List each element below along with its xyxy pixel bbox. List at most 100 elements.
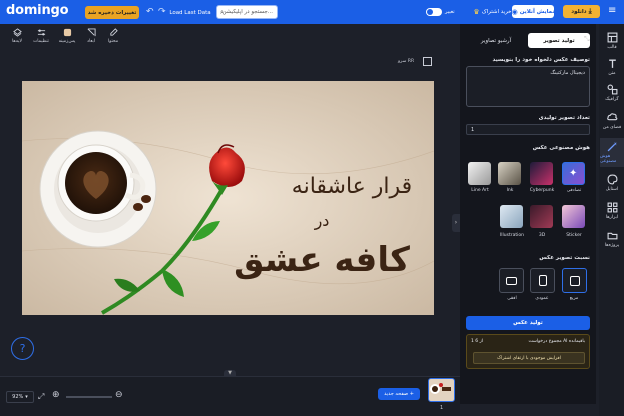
style-3d[interactable] [530, 205, 553, 228]
undo-icon[interactable]: ↶ [146, 7, 154, 17]
sidebar-item-text-label: متن [608, 71, 616, 76]
crown-icon: ♛ [473, 7, 480, 16]
headline-2: در [314, 211, 330, 231]
palette-icon [607, 174, 617, 185]
generate-label: تولید عکس [513, 320, 543, 326]
cloud-icon [606, 113, 617, 121]
style-illustration-label: Illustration [499, 233, 525, 238]
zoom-out-icon[interactable]: ⊖ [115, 390, 123, 400]
online-show-button[interactable]: ◉ نمایش آنلاین [512, 5, 554, 18]
ratio-vertical[interactable] [530, 268, 555, 293]
frame-icon[interactable] [423, 57, 432, 66]
count-value: 1 [471, 126, 475, 133]
tab-archive[interactable]: آرشیو تصاویر [466, 33, 526, 48]
credits-box: مجموع درخواست AI باقیمانده 1 از 6 افزایش… [466, 334, 590, 369]
vertical-ratio-icon [538, 275, 547, 286]
sidebar-item-ai[interactable]: هوش مصنوعی [600, 138, 624, 167]
page-number: 1 [440, 405, 444, 411]
magic-wand-icon [607, 142, 617, 152]
download-label: دانلود [571, 8, 587, 15]
toggle-label: تغییر [445, 9, 455, 15]
sidebar-item-projects[interactable]: پروژه‌ها [600, 230, 624, 248]
theme-toggle[interactable] [426, 8, 442, 16]
sidebar-item-graphics-label: گرافیک [605, 97, 619, 102]
style-cyberpunk-label: Cyberpunk [529, 188, 555, 193]
page-thumbnail[interactable] [428, 378, 455, 402]
credits-value: 1 از 6 [471, 339, 484, 344]
sidebar-item-tools[interactable]: ابزارها [600, 202, 624, 220]
tab-generate[interactable]: تولید تصویر [528, 33, 590, 48]
fit-screen-icon[interactable]: ⤢ [38, 392, 44, 402]
square-ratio-icon [569, 275, 580, 286]
edit-icon [109, 28, 118, 36]
resize-icon [87, 28, 96, 37]
right-sidebar: قالب متن گرافیک فضای من هوش مصنوعی استای… [599, 24, 624, 416]
style-cyberpunk[interactable] [530, 162, 553, 185]
redo-icon[interactable]: ↷ [158, 7, 166, 17]
tool-layers[interactable]: لایه‌ها [6, 28, 28, 48]
sidebar-item-text[interactable]: متن [600, 58, 624, 76]
panel-collapse-handle[interactable]: › [452, 214, 460, 232]
new-page-button[interactable]: صفحه جدید + [378, 388, 420, 400]
tool-background-label: پس‌زمینه [58, 39, 76, 44]
search-input[interactable]: جستجو در اپلیکیشن... ⌕ [216, 5, 278, 19]
tool-content[interactable]: محتوا [102, 28, 124, 48]
menu-icon[interactable]: ≡ [608, 5, 616, 16]
sidebar-item-graphics[interactable]: گرافیک [600, 84, 624, 102]
help-button[interactable]: ? [11, 337, 34, 360]
style-sticker[interactable] [562, 205, 585, 228]
style-illustration[interactable] [500, 205, 523, 228]
folder-icon [607, 232, 617, 240]
sidebar-item-my-space[interactable]: فضای من [600, 112, 624, 130]
tool-layers-label: لایه‌ها [12, 39, 22, 44]
upgrade-button[interactable]: افزایش موجودی با ارتقای اشتراک [473, 352, 585, 364]
zoom-in-icon[interactable]: ⊕ [52, 390, 60, 400]
ratio-square[interactable] [562, 268, 587, 293]
style-ink[interactable] [498, 162, 521, 185]
sliders-icon [37, 29, 45, 36]
style-line-art[interactable] [468, 162, 491, 185]
zoom-value: 92% [12, 394, 24, 400]
count-label: تعداد تصویر تولیدی [538, 115, 590, 121]
upgrade-label: افزایش موجودی با ارتقای اشتراک [497, 355, 561, 361]
zoom-slider[interactable] [66, 396, 112, 398]
prompt-value: دیجیتال مارکتینگ [550, 70, 585, 76]
load-last-data-button[interactable]: Load Last Data [168, 6, 212, 19]
load-last-data-label: Load Last Data [169, 9, 211, 16]
frame-label: سرو RR [398, 59, 415, 64]
tool-settings[interactable]: تنظیمات [30, 28, 52, 48]
download-button[interactable]: دانلود ⤓ [563, 5, 600, 18]
ratio-horizontal[interactable] [499, 268, 524, 293]
app-logo: domingo [6, 3, 69, 18]
tool-size[interactable]: ابعاد [80, 28, 102, 48]
zoom-display[interactable]: 92% ▾ [6, 391, 34, 403]
tool-settings-label: تنظیمات [33, 39, 49, 44]
tool-size-label: ابعاد [86, 39, 96, 44]
canvas-artwork: قرار عاشقانه در کافه عشق [22, 81, 434, 315]
subscribe-button[interactable]: ♛ خرید اشتراک [473, 5, 511, 18]
ratio-label: نسبت تصویر عکس [539, 255, 590, 261]
text-icon [608, 59, 616, 68]
sidebar-item-style[interactable]: استایل [600, 174, 624, 192]
chevron-down-icon: ▾ [25, 394, 28, 400]
sidebar-item-ai-label: هوش مصنوعی [600, 154, 617, 164]
grid-icon [607, 202, 617, 213]
layers-icon [12, 28, 22, 37]
sidebar-item-projects-label: پروژه‌ها [604, 243, 620, 248]
style-random[interactable]: ✦ [562, 162, 585, 185]
style-line-art-label: Line Art [471, 188, 489, 193]
style-3d-label: 3D [538, 233, 546, 238]
design-canvas[interactable]: قرار عاشقانه در کافه عشق [22, 81, 434, 315]
count-stepper[interactable]: 1 [466, 124, 590, 135]
expand-icon[interactable]: ⤡ [584, 35, 590, 44]
tool-background[interactable]: پس‌زمینه [56, 28, 78, 48]
sidebar-item-templates[interactable]: قالب [600, 32, 624, 50]
tool-content-label: محتوا [107, 39, 119, 44]
style-random-label: تصادفی [566, 188, 582, 193]
eye-icon: ◉ [511, 7, 518, 16]
prompt-textarea[interactable]: دیجیتال مارکتینگ [466, 66, 590, 107]
template-icon [607, 32, 617, 43]
generate-button[interactable]: تولید عکس [466, 316, 590, 330]
style-ink-label: Ink [506, 188, 514, 193]
ratio-horizontal-label: افقی [507, 296, 517, 301]
